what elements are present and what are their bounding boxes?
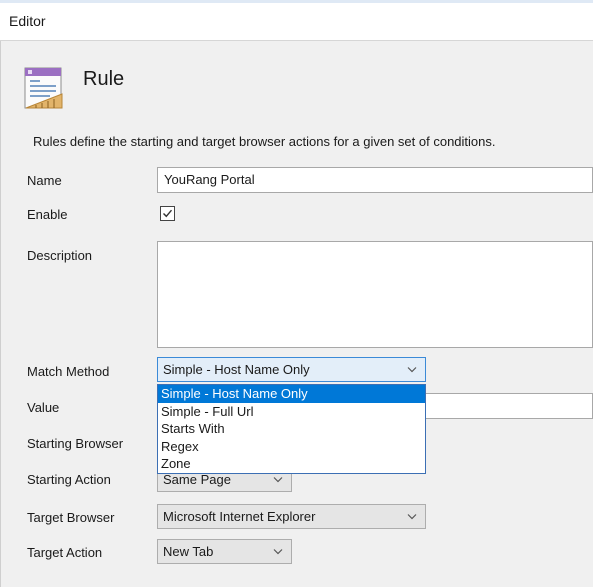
target-browser-label: Target Browser <box>27 510 115 525</box>
match-method-dropdown-list: Simple - Host Name Only Simple - Full Ur… <box>157 384 426 474</box>
target-action-select[interactable]: New Tab <box>157 539 292 564</box>
chevron-down-icon <box>407 514 417 520</box>
rule-heading: Rule <box>83 68 125 90</box>
target-action-label: Target Action <box>27 545 103 560</box>
rule-document-icon <box>22 66 66 110</box>
match-method-option[interactable]: Simple - Full Url <box>158 403 425 421</box>
window-title: Editor <box>9 13 46 29</box>
match-method-option[interactable]: Zone <box>158 455 425 473</box>
match-method-option[interactable]: Regex <box>158 438 425 456</box>
match-method-label: Match Method <box>27 364 110 379</box>
chevron-down-icon <box>273 549 283 555</box>
rule-description-text: Rules define the starting and target bro… <box>33 134 496 149</box>
match-method-option[interactable]: Starts With <box>158 420 425 438</box>
starting-action-selected-value: Same Page <box>163 472 231 487</box>
match-method-option[interactable]: Simple - Host Name Only <box>158 385 425 403</box>
match-method-selected-value: Simple - Host Name Only <box>163 362 310 377</box>
match-method-select[interactable]: Simple - Host Name Only <box>157 357 426 382</box>
enable-label: Enable <box>27 207 68 222</box>
target-browser-selected-value: Microsoft Internet Explorer <box>163 509 316 524</box>
starting-action-label: Starting Action <box>27 472 111 487</box>
name-label: Name <box>27 173 62 188</box>
target-browser-select[interactable]: Microsoft Internet Explorer <box>157 504 426 529</box>
name-input[interactable]: YouRang Portal <box>157 167 593 193</box>
target-action-selected-value: New Tab <box>163 544 214 559</box>
value-label: Value <box>27 400 60 415</box>
enable-checkbox[interactable] <box>160 206 175 221</box>
description-label: Description <box>27 248 93 263</box>
chevron-down-icon <box>407 367 417 373</box>
window-left-border <box>0 41 1 587</box>
starting-browser-label: Starting Browser <box>27 436 124 451</box>
description-textarea[interactable] <box>157 241 593 348</box>
checkmark-icon <box>163 209 173 218</box>
title-bar: Editor <box>0 3 593 41</box>
